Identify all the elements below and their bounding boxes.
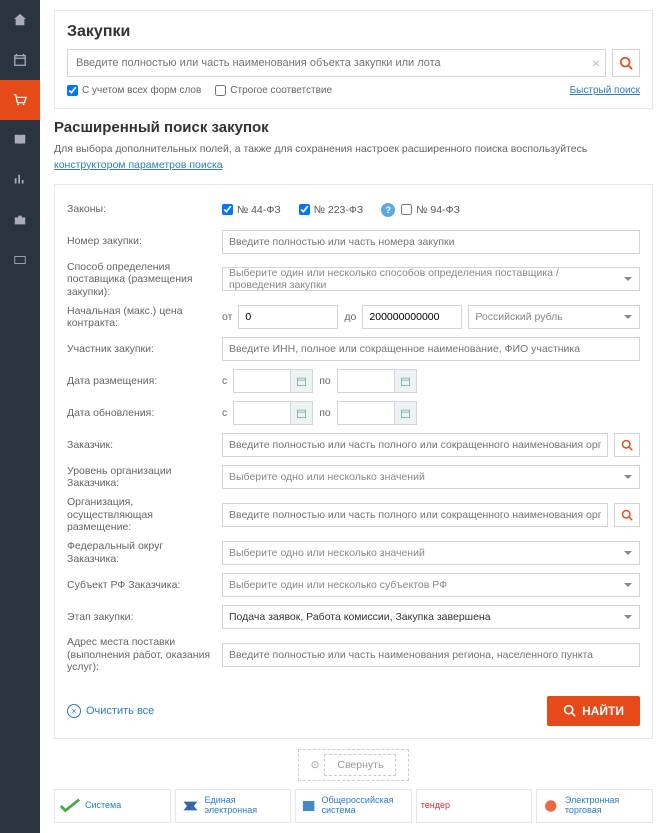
label-price: Начальная (макс.) цена контракта: <box>67 305 222 330</box>
calendar-icon <box>290 370 312 392</box>
method-select[interactable]: Выберите один или несколько способов опр… <box>222 267 640 291</box>
customer-search-button[interactable] <box>614 433 640 457</box>
page-title: Закупки <box>67 23 640 41</box>
nav-card[interactable] <box>0 240 40 280</box>
district-select[interactable]: Выберите одно или несколько значений <box>222 541 640 565</box>
find-button[interactable]: НАЙТИ <box>547 696 640 726</box>
collapse-toggle[interactable]: ⊙ Свернуть <box>54 749 653 781</box>
date-updated-to[interactable] <box>337 401 417 425</box>
date-placed-from[interactable] <box>233 369 313 393</box>
main-content: Закупки × С учетом всех форм слов Строго… <box>40 0 667 833</box>
footer-cards: Система Единая электронная Общероссийска… <box>54 789 653 823</box>
date-placed-to[interactable] <box>337 369 417 393</box>
nav-calendar[interactable] <box>0 40 40 80</box>
nav-home[interactable] <box>0 0 40 40</box>
help-icon[interactable]: ? <box>381 203 395 217</box>
label-org-level: Уровень организации Заказчика: <box>67 465 222 490</box>
nav-chart[interactable] <box>0 160 40 200</box>
address-input[interactable] <box>222 643 640 667</box>
label-date-placed: Дата размещения: <box>67 375 222 388</box>
quick-search-section: Закупки × С учетом всех форм слов Строго… <box>54 10 653 109</box>
all-forms-checkbox[interactable]: С учетом всех форм слов <box>67 85 201 96</box>
law-44-checkbox[interactable]: № 44-ФЗ <box>222 204 281 216</box>
law-94-checkbox[interactable]: № 94-ФЗ <box>401 204 460 216</box>
label-participant: Участник закупки: <box>67 343 222 356</box>
advanced-form: Законы: № 44-ФЗ № 223-ФЗ ? № 94-ФЗ Номер… <box>54 184 653 739</box>
sidebar <box>0 0 40 833</box>
number-input[interactable] <box>222 230 640 254</box>
org-level-select[interactable]: Выберите одно или несколько значений <box>222 465 640 489</box>
org-place-input[interactable] <box>222 503 608 527</box>
search-input[interactable] <box>67 49 606 77</box>
label-address: Адрес места поставки (выполнения работ, … <box>67 636 222 674</box>
nav-book[interactable] <box>0 120 40 160</box>
constructor-link[interactable]: конструктором параметров поиска <box>54 159 223 171</box>
advanced-desc: Для выбора дополнительных полей, а также… <box>54 142 653 174</box>
customer-input[interactable] <box>222 433 608 457</box>
clear-search-icon[interactable]: × <box>592 55 600 71</box>
label-stage: Этап закупки: <box>67 611 222 624</box>
currency-select[interactable]: Российский рубль <box>468 305 640 329</box>
nav-purchases[interactable] <box>0 80 40 120</box>
label-number: Номер закупки: <box>67 235 222 248</box>
label-date-updated: Дата обновления: <box>67 407 222 420</box>
label-method: Способ определения поставщика (размещени… <box>67 261 222 299</box>
strict-checkbox[interactable]: Строгое соответствие <box>215 85 332 96</box>
calendar-icon <box>290 402 312 424</box>
price-to-input[interactable] <box>362 305 462 329</box>
law-223-checkbox[interactable]: № 223-ФЗ <box>299 204 364 216</box>
subject-select[interactable]: Выберите один или несколько субъектов РФ <box>222 573 640 597</box>
label-org-place: Организация, осуществляющая размещение: <box>67 496 222 534</box>
participant-input[interactable] <box>222 337 640 361</box>
nav-briefcase[interactable] <box>0 200 40 240</box>
label-subject: Субъект РФ Заказчика: <box>67 579 222 592</box>
label-district: Федеральный округ Заказчика: <box>67 540 222 565</box>
org-place-search-button[interactable] <box>614 503 640 527</box>
quick-search-link[interactable]: Быстрый поиск <box>570 85 640 96</box>
date-updated-from[interactable] <box>233 401 313 425</box>
advanced-title: Расширенный поиск закупок <box>54 119 653 136</box>
search-button[interactable] <box>612 49 640 77</box>
price-from-input[interactable] <box>238 305 338 329</box>
calendar-icon <box>394 370 416 392</box>
stage-select[interactable]: Подача заявок, Работа комиссии, Закупка … <box>222 605 640 629</box>
footer-card-5[interactable]: Электронная торговая <box>536 789 653 823</box>
label-laws: Законы: <box>67 203 222 216</box>
footer-card-4[interactable]: тендер <box>416 789 533 823</box>
footer-card-2[interactable]: Единая электронная <box>175 789 292 823</box>
footer-card-3[interactable]: Общероссийская система <box>295 789 412 823</box>
close-icon: × <box>67 704 81 718</box>
label-customer: Заказчик: <box>67 439 222 452</box>
clear-all-button[interactable]: ×Очистить все <box>67 704 154 718</box>
footer-card-1[interactable]: Система <box>54 789 171 823</box>
calendar-icon <box>394 402 416 424</box>
